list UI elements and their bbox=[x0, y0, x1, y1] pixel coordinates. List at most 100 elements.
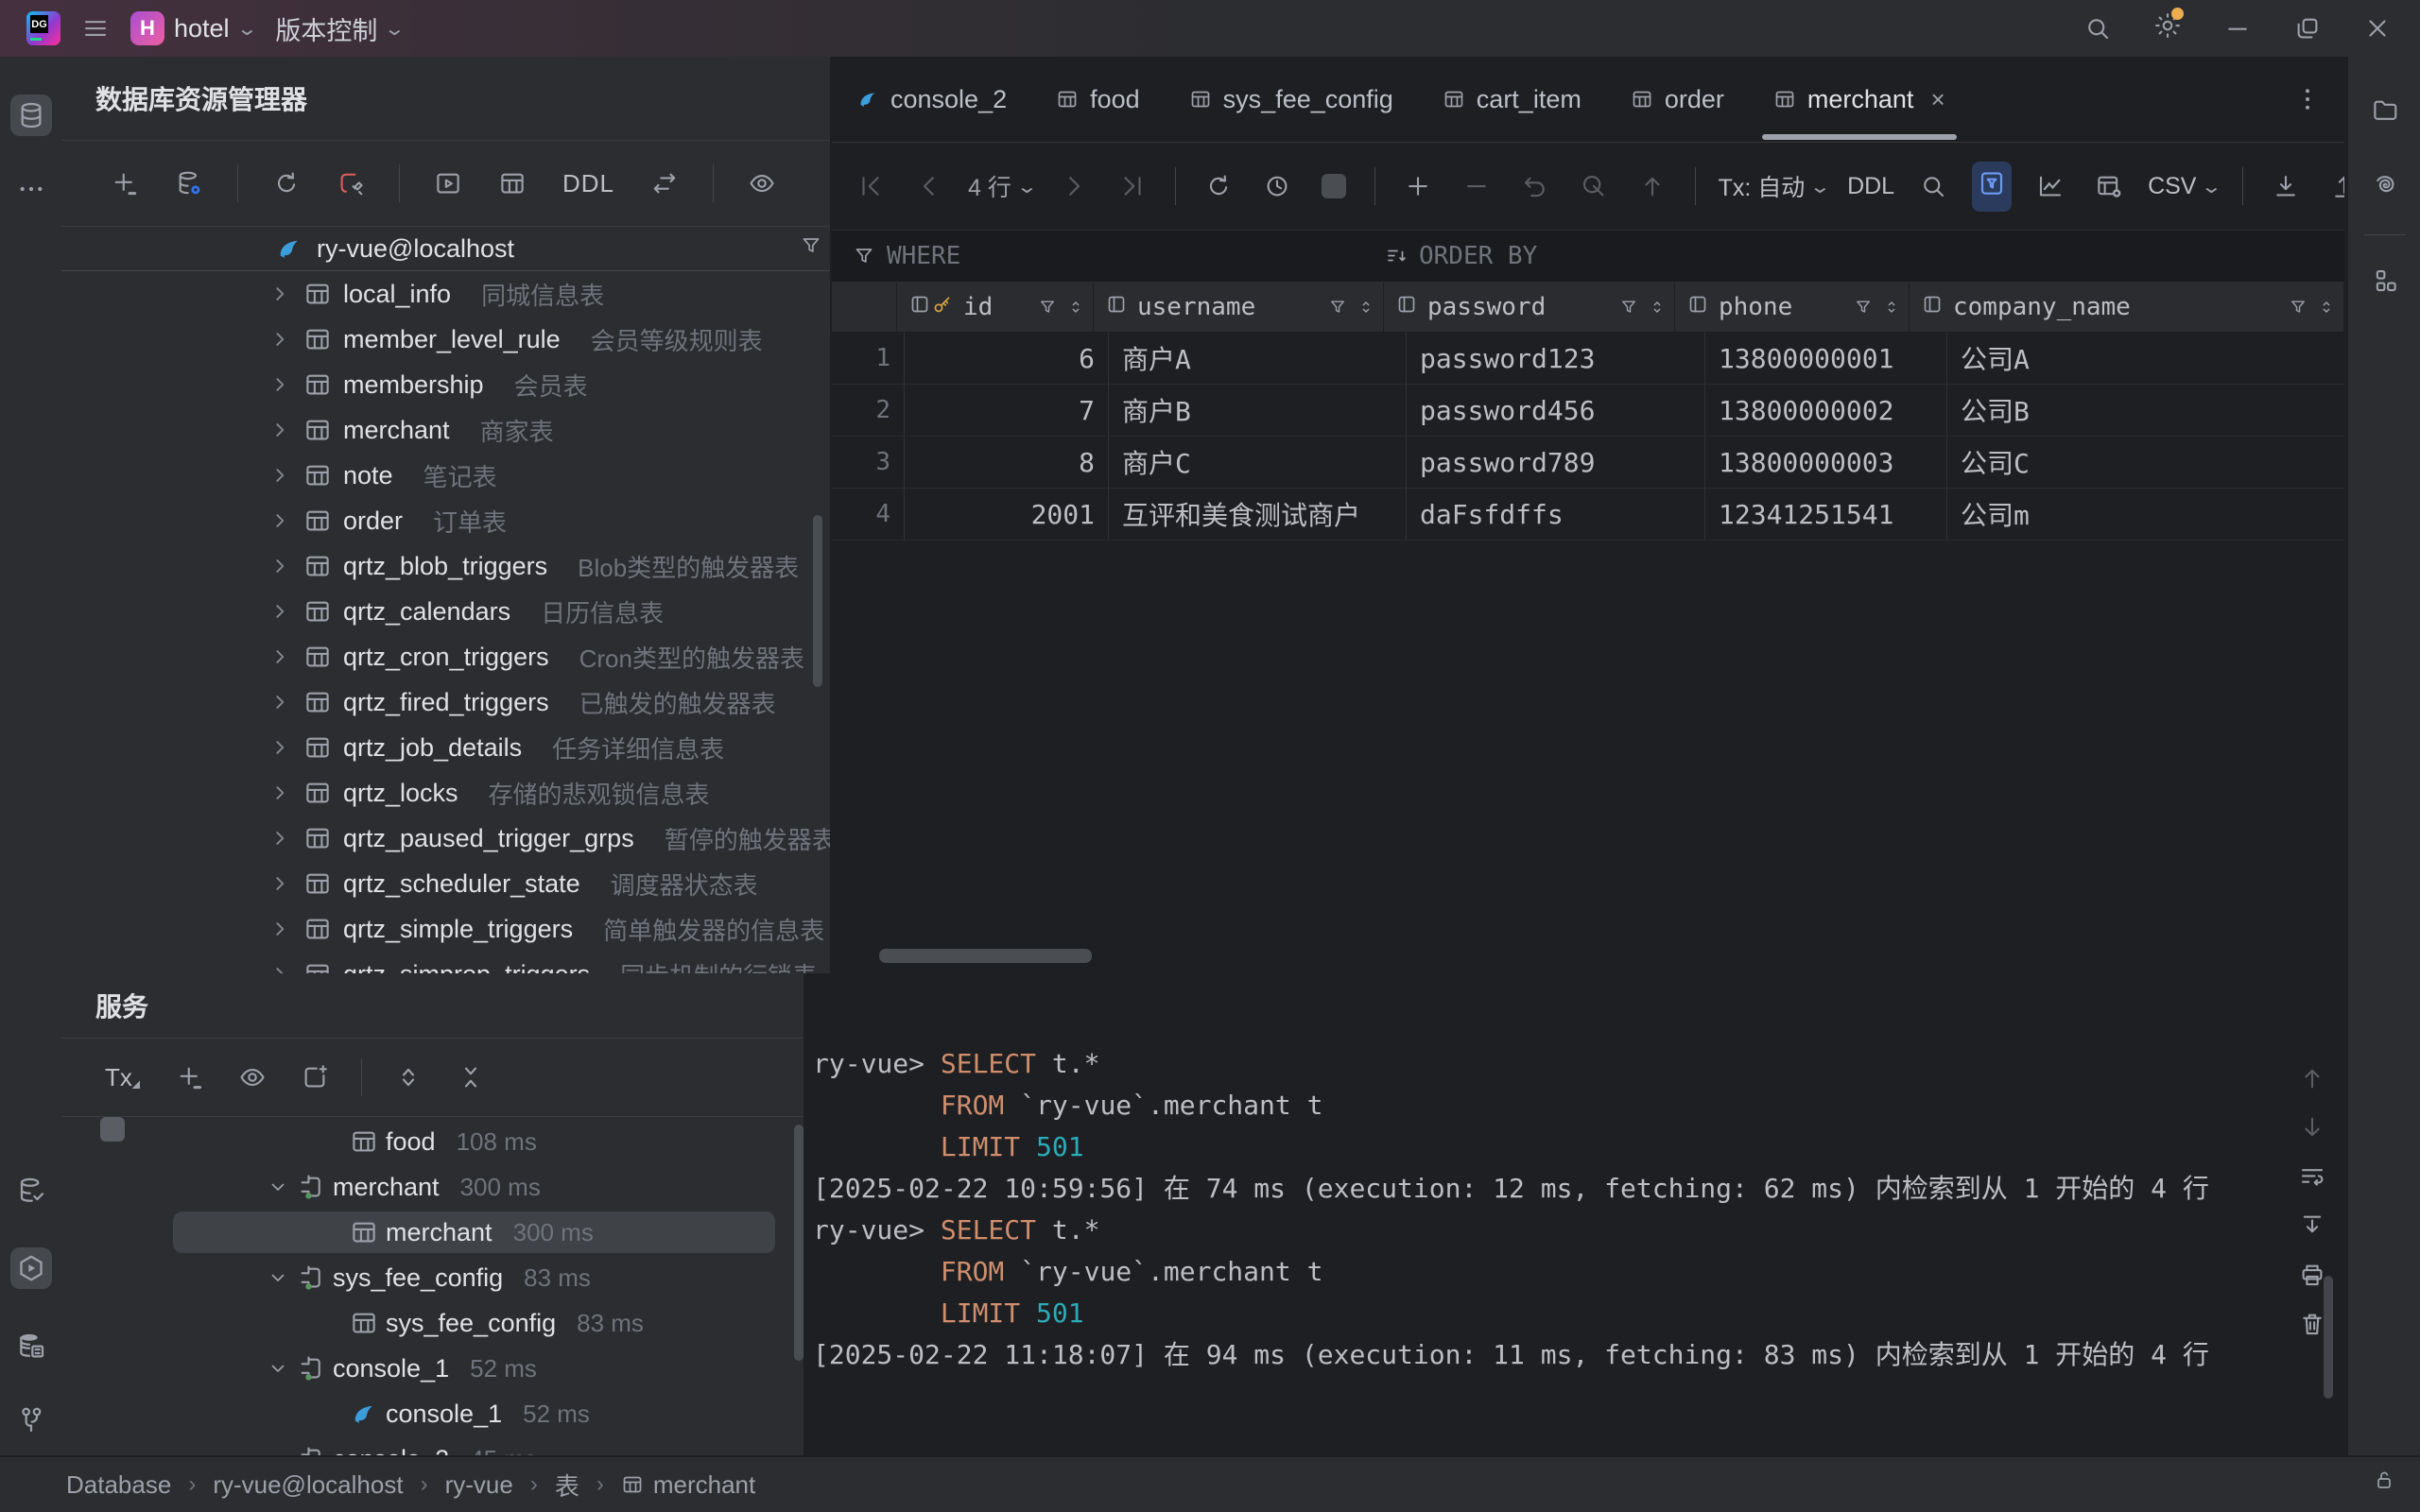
print-button[interactable] bbox=[2298, 1261, 2326, 1289]
table-tree-item[interactable]: qrtz_fired_triggers已触发的触发器表 bbox=[61, 679, 830, 725]
service-item-console_1[interactable]: console_152 ms bbox=[61, 1391, 804, 1436]
table-row[interactable]: 16商户Apassword12313800000001公司Ahttp:// bbox=[832, 333, 2344, 385]
cell-id[interactable]: 8 bbox=[905, 437, 1109, 488]
filter-icon[interactable] bbox=[800, 234, 822, 257]
window-close-button[interactable] bbox=[2363, 14, 2392, 43]
table-tree-item[interactable]: qrtz_job_details任务详细信息表 bbox=[61, 725, 830, 770]
table-tree-item[interactable]: qrtz_cron_triggersCron类型的触发器表 bbox=[61, 634, 830, 679]
view-options-button[interactable] bbox=[742, 163, 782, 203]
breadcrumb-item[interactable]: 表 bbox=[555, 1468, 579, 1503]
table-row[interactable]: 42001互评和美食测试商户daFsfdffs12341251541公司m<nu… bbox=[832, 489, 2344, 541]
breadcrumb-item[interactable]: merchant bbox=[621, 1470, 755, 1500]
table-tree-item[interactable]: local_info同城信息表 bbox=[61, 271, 830, 317]
main-menu-icon[interactable] bbox=[81, 14, 110, 43]
column-header-company_name[interactable]: company_name bbox=[1910, 283, 2344, 332]
table-tree-item[interactable]: order订单表 bbox=[61, 498, 830, 543]
git-stripe-button[interactable] bbox=[10, 1399, 52, 1440]
preview-changes-button[interactable] bbox=[1574, 166, 1614, 206]
more-tool-windows-button[interactable] bbox=[10, 168, 52, 210]
add-service-button[interactable] bbox=[170, 1057, 210, 1097]
soft-wrap-button[interactable] bbox=[2298, 1162, 2326, 1191]
tab-cart_item[interactable]: cart_item bbox=[1418, 57, 1606, 142]
console-scrollbar[interactable] bbox=[2324, 1276, 2333, 1399]
import-button[interactable] bbox=[2266, 166, 2306, 206]
page-size-selector[interactable]: 4 行⌄ bbox=[968, 169, 1035, 203]
tab-console_2[interactable]: console_2 bbox=[832, 57, 1031, 142]
tab-options-icon[interactable] bbox=[2293, 85, 2322, 113]
jump-to-console-button[interactable] bbox=[428, 163, 468, 203]
cell-phone[interactable]: 13800000003 bbox=[1705, 437, 1947, 488]
last-page-button[interactable] bbox=[1113, 166, 1152, 206]
submit-button[interactable] bbox=[1633, 166, 1672, 206]
expand-all-button[interactable] bbox=[389, 1057, 428, 1097]
cell-id[interactable]: 7 bbox=[905, 385, 1109, 436]
view-options-button[interactable] bbox=[233, 1057, 272, 1097]
cell-company_name[interactable]: 公司B bbox=[1947, 385, 2344, 436]
table-tree-item[interactable]: qrtz_locks存储的悲观锁信息表 bbox=[61, 770, 830, 816]
database-color-button[interactable] bbox=[2371, 266, 2399, 295]
tab-merchant[interactable]: merchant× bbox=[1749, 57, 1970, 142]
database-explorer-stripe-button[interactable] bbox=[10, 94, 52, 136]
table-tree-item[interactable]: merchant商家表 bbox=[61, 407, 830, 453]
tx-mode-button[interactable]: Tx bbox=[99, 1057, 147, 1098]
project-widget[interactable]: H hotel ⌄ bbox=[130, 11, 254, 45]
open-in-new-tab-button[interactable] bbox=[295, 1057, 335, 1097]
vcs-widget[interactable]: 版本控制 ⌄ bbox=[275, 10, 403, 47]
window-minimize-button[interactable] bbox=[2223, 14, 2252, 43]
cell-company_name[interactable]: 公司C bbox=[1947, 437, 2344, 488]
breadcrumb-item[interactable]: ry-vue@localhost bbox=[213, 1470, 403, 1500]
table-tree-item[interactable]: qrtz_calendars日历信息表 bbox=[61, 589, 830, 634]
table-row[interactable]: 27商户Bpassword45613800000002公司Bhttp:// bbox=[832, 385, 2344, 437]
cell-username[interactable]: 商户C bbox=[1109, 437, 1407, 488]
cell-username[interactable]: 互评和美食测试商户 bbox=[1109, 489, 1407, 540]
cell-company_name[interactable]: 公司m bbox=[1947, 489, 2344, 540]
table-view-options-button[interactable] bbox=[2089, 166, 2129, 206]
cell-username[interactable]: 商户B bbox=[1109, 385, 1407, 436]
open-table-button[interactable] bbox=[493, 163, 532, 203]
tab-order[interactable]: order bbox=[1606, 57, 1749, 142]
table-tree-item[interactable]: member_level_rule会员等级规则表 bbox=[61, 317, 830, 362]
data-sources-stripe-button[interactable] bbox=[10, 1170, 52, 1211]
table-tree-item[interactable]: qrtz_simprop_triggers同步机制的行锁表 bbox=[61, 952, 830, 973]
next-query-button[interactable] bbox=[2298, 1113, 2326, 1142]
query-history-button[interactable] bbox=[1257, 166, 1297, 206]
first-page-button[interactable] bbox=[851, 166, 890, 206]
service-item-sys_fee_config[interactable]: sys_fee_config83 ms bbox=[61, 1255, 804, 1300]
filter-panel-toggle[interactable] bbox=[1972, 162, 2012, 212]
service-item-console_1[interactable]: console_152 ms bbox=[61, 1346, 804, 1391]
explorer-scrollbar[interactable] bbox=[813, 515, 822, 687]
service-item-console_2[interactable]: console_245 ms bbox=[61, 1436, 804, 1455]
chart-button[interactable] bbox=[2031, 166, 2070, 206]
cell-id[interactable]: 2001 bbox=[905, 489, 1109, 540]
service-item-merchant[interactable]: merchant300 ms bbox=[61, 1164, 804, 1210]
cell-company_name[interactable]: 公司A bbox=[1947, 333, 2344, 384]
window-restore-button[interactable] bbox=[2293, 14, 2322, 43]
lock-open-icon[interactable] bbox=[2373, 1469, 2395, 1491]
table-tree-item[interactable]: qrtz_blob_triggersBlob类型的触发器表 bbox=[61, 543, 830, 589]
project-tool-button[interactable] bbox=[2371, 96, 2399, 125]
where-field[interactable]: WHERE bbox=[853, 242, 960, 270]
table-tree-item[interactable]: membership会员表 bbox=[61, 362, 830, 407]
tx-mode-selector[interactable]: Tx: 自动⌄ bbox=[1719, 169, 1828, 203]
tab-food[interactable]: food bbox=[1031, 57, 1165, 142]
connection-row[interactable]: ry-vue@localhost bbox=[61, 227, 830, 271]
service-item-merchant[interactable]: merchant300 ms bbox=[61, 1210, 804, 1255]
new-datasource-button[interactable] bbox=[105, 163, 145, 203]
cell-phone[interactable]: 13800000002 bbox=[1705, 385, 1947, 436]
find-button[interactable] bbox=[1913, 166, 1953, 206]
refresh-button[interactable] bbox=[267, 163, 306, 203]
breadcrumb-item[interactable]: ry-vue bbox=[445, 1470, 513, 1500]
cell-password[interactable]: password456 bbox=[1407, 385, 1705, 436]
cell-id[interactable]: 6 bbox=[905, 333, 1109, 384]
revert-button[interactable] bbox=[1515, 166, 1555, 206]
cell-password[interactable]: daFsfdffs bbox=[1407, 489, 1705, 540]
column-header-phone[interactable]: phone bbox=[1675, 283, 1910, 332]
cell-password[interactable]: password789 bbox=[1407, 437, 1705, 488]
export-format-selector[interactable]: CSV⌄ bbox=[2148, 173, 2220, 200]
services-stripe-button[interactable] bbox=[10, 1247, 52, 1289]
service-item-food[interactable]: food108 ms bbox=[61, 1119, 804, 1164]
service-item-sys_fee_config[interactable]: sys_fee_config83 ms bbox=[61, 1300, 804, 1346]
tab-sys_fee_config[interactable]: sys_fee_config bbox=[1165, 57, 1418, 142]
cell-phone[interactable]: 13800000001 bbox=[1705, 333, 1947, 384]
prev-page-button[interactable] bbox=[909, 166, 949, 206]
